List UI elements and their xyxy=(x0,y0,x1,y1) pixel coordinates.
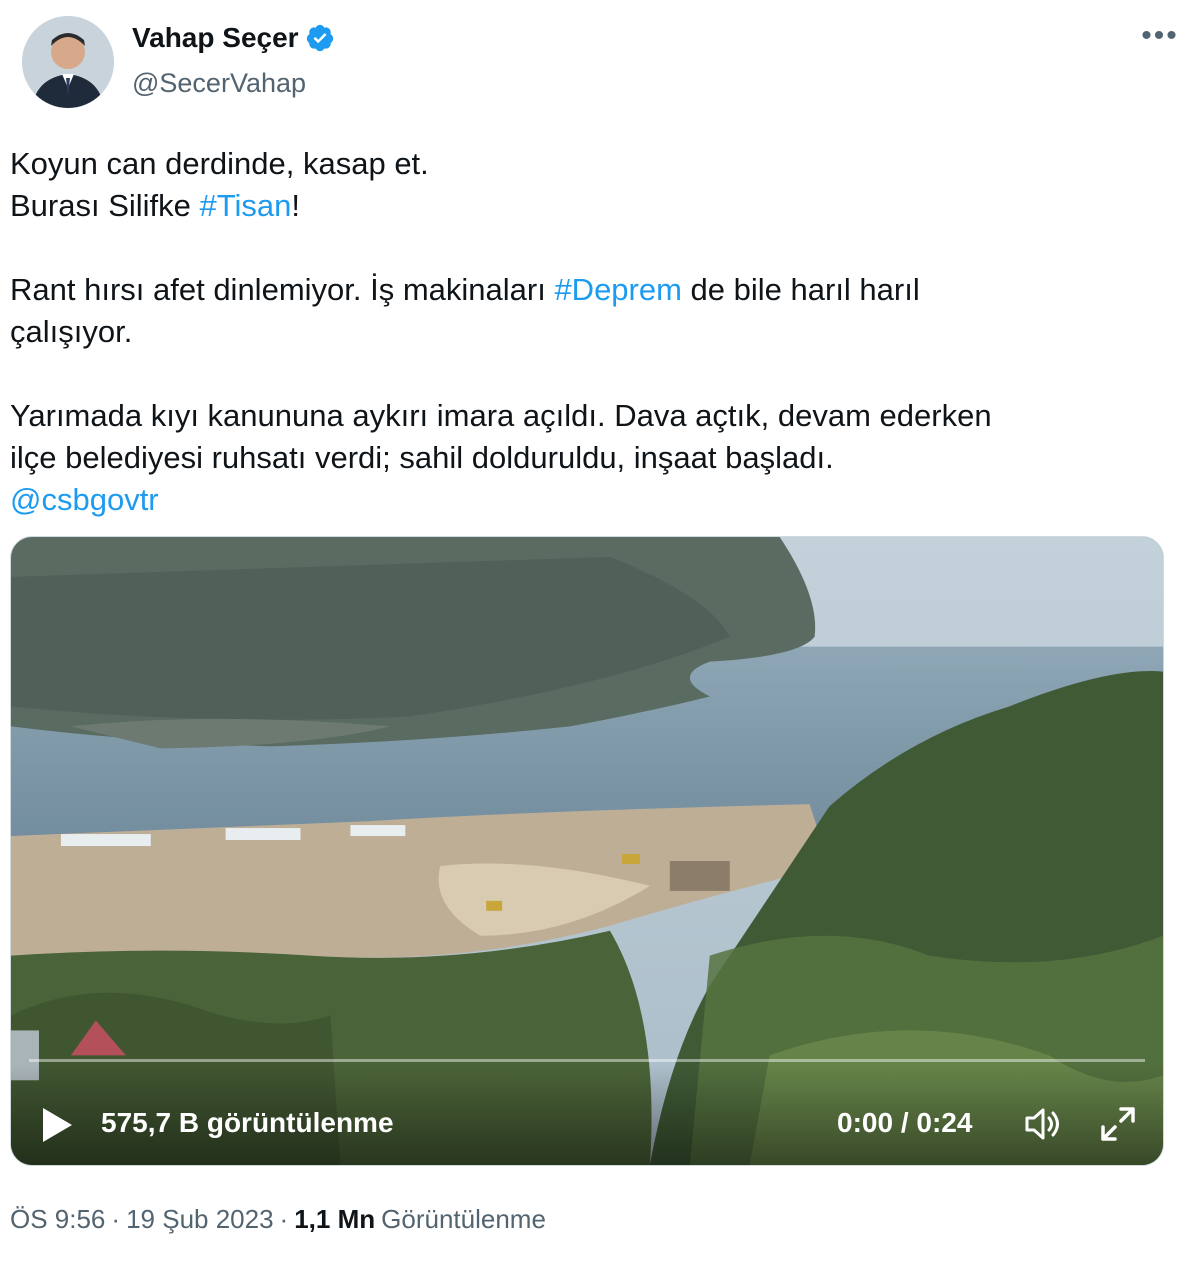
tweet-line: @csbgovtr xyxy=(10,479,1180,521)
tweet-text: Koyun can derdinde, kasap et. Burası Sil… xyxy=(10,143,1180,521)
more-options-icon[interactable]: ••• xyxy=(1138,18,1182,54)
tweet-time[interactable]: ÖS 9:56 xyxy=(10,1204,105,1235)
tweet-line: Yarımada kıyı kanununa aykırı imara açıl… xyxy=(10,395,1180,437)
hashtag-deprem[interactable]: #Deprem xyxy=(554,272,682,307)
fullscreen-icon[interactable] xyxy=(1097,1103,1139,1145)
video-player[interactable]: 575,7 B görüntülenme 0:00 / 0:24 xyxy=(10,536,1164,1166)
tweet-line: çalışıyor. xyxy=(10,311,1180,353)
tweet-text-segment: de bile harıl harıl xyxy=(681,272,920,307)
video-progress-bar[interactable] xyxy=(29,1059,1145,1062)
verified-badge-icon xyxy=(305,23,335,53)
tweet-text-segment: ilçe belediyesi ruhsatı verdi; sahil dol… xyxy=(10,440,834,475)
meta-separator: · xyxy=(279,1204,289,1234)
play-icon[interactable] xyxy=(39,1105,75,1145)
display-name[interactable]: Vahap Seçer xyxy=(132,22,299,54)
tweet-line: Burası Silifke #Tisan! xyxy=(10,185,1180,227)
volume-icon[interactable] xyxy=(1023,1105,1063,1143)
tweet-views-count[interactable]: 1,1 Mn xyxy=(294,1204,375,1235)
video-view-count: 575,7 B görüntülenme xyxy=(101,1107,394,1138)
tweet-line: Rant hırsı afet dinlemiyor. İş makinalar… xyxy=(10,269,1180,311)
hashtag-tisan[interactable]: #Tisan xyxy=(200,188,292,223)
avatar[interactable] xyxy=(22,16,114,108)
tweet-text-segment: çalışıyor. xyxy=(10,314,133,349)
tweet-text-segment: ! xyxy=(291,188,301,223)
tweet-text-segment: Yarımada kıyı kanununa aykırı imara açıl… xyxy=(10,398,992,433)
tweet-text-segment: Burası Silifke xyxy=(10,188,200,223)
tweet-line: Koyun can derdinde, kasap et. xyxy=(10,143,1180,185)
avatar-image xyxy=(22,16,114,108)
tweet-meta: ÖS 9:56 · 19 Şub 2023 · 1,1 Mn Görüntüle… xyxy=(10,1204,546,1235)
tweet-views-label: Görüntülenme xyxy=(381,1204,546,1234)
tweet-text-segment: Rant hırsı afet dinlemiyor. İş makinalar… xyxy=(10,272,555,307)
tweet-line: ilçe belediyesi ruhsatı verdi; sahil dol… xyxy=(10,437,1180,479)
tweet-date[interactable]: 19 Şub 2023 xyxy=(126,1204,273,1235)
tweet-text-segment: Koyun can derdinde, kasap et. xyxy=(10,146,429,181)
tweet-header: Vahap Seçer @SecerVahap ••• xyxy=(8,8,1192,118)
user-handle[interactable]: @SecerVahap xyxy=(132,68,306,99)
meta-separator: · xyxy=(111,1204,121,1234)
mention-csbgovtr[interactable]: @csbgovtr xyxy=(10,482,159,517)
video-time: 0:00 / 0:24 xyxy=(837,1107,973,1138)
